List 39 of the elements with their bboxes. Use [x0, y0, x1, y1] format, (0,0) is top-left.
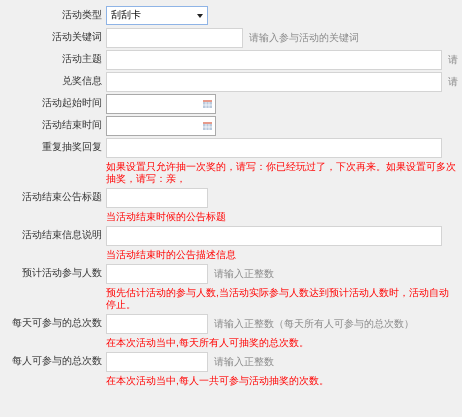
field-note: 当活动结束时候的公告标题	[106, 212, 227, 224]
field-label: 活动起始时间	[41, 96, 103, 111]
input-field[interactable]	[106, 314, 208, 334]
input-field[interactable]	[106, 138, 442, 158]
field-hint: 请输入参与活动的关键词	[249, 32, 359, 46]
field-label: 活动类型	[61, 8, 103, 23]
field-hint: 请	[448, 76, 458, 90]
field-label: 每天可参与的总次数	[11, 316, 103, 331]
field-hint: 请输入正整数	[214, 356, 274, 370]
field-label: 活动结束信息说明	[21, 228, 103, 243]
input-field[interactable]	[106, 188, 208, 208]
calendar-icon[interactable]	[203, 122, 212, 130]
input-field[interactable]	[106, 50, 442, 70]
input-field[interactable]	[106, 72, 442, 92]
input-field[interactable]	[106, 226, 442, 246]
field-label: 每人可参与的总次数	[11, 354, 103, 369]
field-label: 预计活动参与人数	[21, 266, 103, 281]
field-label: 重复抽奖回复	[41, 140, 103, 155]
field-note: 预先估计活动的参与人数,当活动实际参与人数达到预计活动人数时，活动自动停止。	[106, 288, 450, 312]
field-note: 当活动结束时的公告描述信息	[106, 250, 237, 262]
field-hint: 请输入正整数	[214, 268, 274, 282]
date-field[interactable]	[106, 116, 216, 136]
field-note: 如果设置只允许抽一次奖的，请写：你已经玩过了，下次再来。如果设置可多次抽奖，请写：亲，	[106, 162, 456, 186]
calendar-icon[interactable]	[203, 100, 212, 108]
field-hint: 请输入正整数（每天所有人可参与的总次数）	[214, 318, 414, 332]
input-field[interactable]	[106, 28, 243, 48]
field-label: 活动结束公告标题	[21, 190, 103, 205]
date-field[interactable]	[106, 94, 216, 114]
type-select[interactable]: 刮刮卡	[106, 6, 208, 25]
field-note: 在本次活动当中,每人一共可参与活动抽奖的次数。	[106, 376, 330, 388]
field-note: 在本次活动当中,每天所有人可抽奖的总次数。	[106, 338, 310, 350]
input-field[interactable]	[106, 264, 208, 284]
field-label: 兑奖信息	[61, 74, 103, 89]
field-label: 活动主题	[61, 52, 103, 67]
caret-icon	[197, 14, 203, 18]
input-field[interactable]	[106, 352, 208, 372]
field-label: 活动结束时间	[41, 118, 103, 133]
field-hint: 请	[448, 54, 458, 68]
field-label: 活动关键词	[51, 30, 103, 45]
